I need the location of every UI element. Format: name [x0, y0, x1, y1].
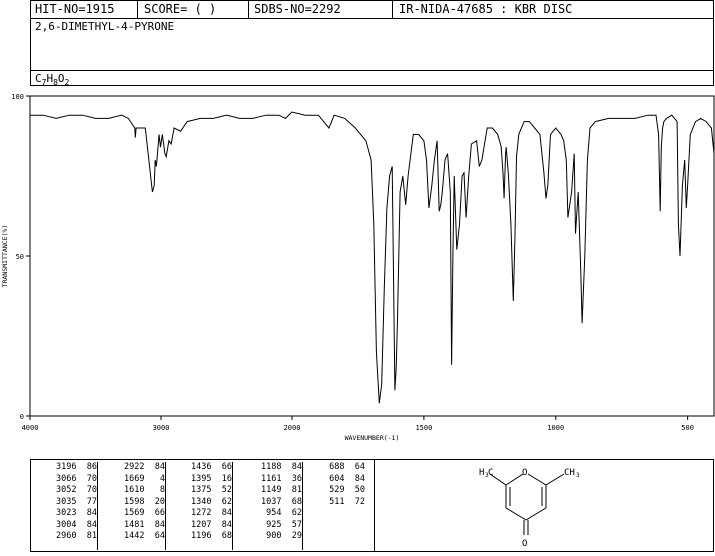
peak-row: 3196 86	[56, 462, 97, 472]
svg-text:3: 3	[576, 472, 580, 479]
molecular-formula: C7H8O2	[35, 72, 70, 88]
divider	[137, 1, 138, 18]
y-axis-label: TRANSMITTANCE(%)	[1, 225, 9, 288]
x-tick-label: 1500	[415, 424, 432, 432]
ir-spectrum-chart: 4000 3000 2000 1500 1000 500 0 50 100 WAVENUMBER…	[0, 90, 715, 450]
peak-column: 1436 66 1395 16 1375 52 1340 62 1272 84 …	[166, 462, 233, 550]
x-tick-label: 3000	[153, 424, 170, 432]
peak-row: 511 72	[329, 496, 365, 507]
peak-row: 3052 70	[56, 485, 97, 495]
divider	[31, 70, 713, 71]
x-tick-label: 4000	[22, 424, 39, 432]
peak-column: 1188 84 1161 36 1149 81 1037 68 954 62 9…	[233, 462, 303, 550]
plot-frame	[29, 95, 715, 417]
peak-row: 529 50	[329, 485, 365, 495]
spectrum-line	[30, 111, 715, 404]
peak-row: 3066 70	[56, 473, 97, 484]
peak-row: 1610 8	[124, 485, 165, 495]
svg-text:O: O	[522, 539, 527, 549]
peak-row: 900 29	[266, 531, 302, 541]
peak-row: 1161 36	[261, 473, 302, 484]
x-axis-label: WAVENUMBER(-1)	[345, 434, 400, 442]
peak-row: 3035 77	[56, 496, 97, 507]
svg-text:H: H	[479, 468, 484, 478]
peak-row: 1340 62	[191, 496, 232, 507]
peak-row: 1669 4	[124, 473, 165, 484]
peak-row: 1375 52	[191, 485, 232, 495]
peak-table: 3196 86 3066 70 3052 70 3035 77 3023 84 …	[31, 460, 375, 551]
peak-row: 1442 64	[124, 531, 165, 541]
peak-row: 3023 84	[56, 508, 97, 518]
peak-row: 2922 84	[124, 462, 165, 472]
compound-name: 2,6-DIMETHYL-4-PYRONE	[35, 20, 175, 33]
svg-text:C: C	[488, 468, 493, 478]
peak-column: 3196 86 3066 70 3052 70 3035 77 3023 84 …	[31, 462, 98, 550]
y-tick-label: 100	[11, 93, 24, 101]
x-tick-label: 2000	[284, 424, 301, 432]
peak-table-box: 3196 86 3066 70 3052 70 3035 77 3023 84 …	[30, 459, 714, 552]
peak-row: 1196 68	[191, 531, 232, 541]
peak-column: 2922 84 1669 4 1610 8 1598 20 1569 66 14…	[98, 462, 166, 550]
peak-row: 1037 68	[261, 496, 302, 507]
peak-column: 688 64 604 84 529 50 511 72	[303, 462, 365, 550]
peak-row: 1395 16	[191, 473, 232, 484]
divider	[248, 1, 249, 18]
score: SCORE= ( )	[144, 2, 217, 16]
peak-row: 1207 84	[191, 519, 232, 530]
ir-identifier: IR-NIDA-47685 : KBR DISC	[399, 2, 573, 16]
divider	[392, 1, 393, 18]
y-tick-label: 50	[16, 253, 24, 261]
hit-number: HIT-NO=1915	[35, 2, 115, 16]
peak-row: 1481 84	[124, 519, 165, 530]
header-info-box: HIT-NO=1915 SCORE= ( ) SDBS-NO=2292 IR-N…	[30, 0, 714, 87]
structure-panel: O O H3C CH 3	[374, 460, 713, 551]
peak-row: 1149 81	[261, 485, 302, 495]
peak-row: 3004 84	[56, 519, 97, 530]
sdbs-number: SDBS-NO=2292	[254, 2, 341, 16]
peak-row: 1272 84	[191, 508, 232, 518]
spectrum-svg: 4000 3000 2000 1500 1000 500 0 50 100 WAVENUMBER…	[1, 93, 715, 442]
peak-row: 1598 20	[124, 496, 165, 507]
peak-row: 954 62	[266, 508, 302, 518]
peak-row: 688 64	[329, 462, 365, 472]
peak-row: 925 57	[266, 519, 302, 530]
peak-row: 1436 66	[191, 462, 232, 472]
x-tick-label: 1000	[547, 424, 564, 432]
svg-text:CH: CH	[564, 468, 575, 478]
y-tick-label: 0	[20, 413, 24, 421]
x-tick-label: 500	[681, 424, 694, 432]
peak-row: 1188 84	[261, 462, 302, 472]
molecule-structure-drawing: O O H3C CH 3	[479, 468, 580, 549]
svg-text:O: O	[522, 468, 527, 478]
peak-row: 604 84	[329, 473, 365, 484]
header-row: HIT-NO=1915 SCORE= ( ) SDBS-NO=2292 IR-N…	[31, 1, 713, 19]
peak-row: 1569 66	[124, 508, 165, 518]
peak-row: 2960 81	[56, 531, 97, 541]
